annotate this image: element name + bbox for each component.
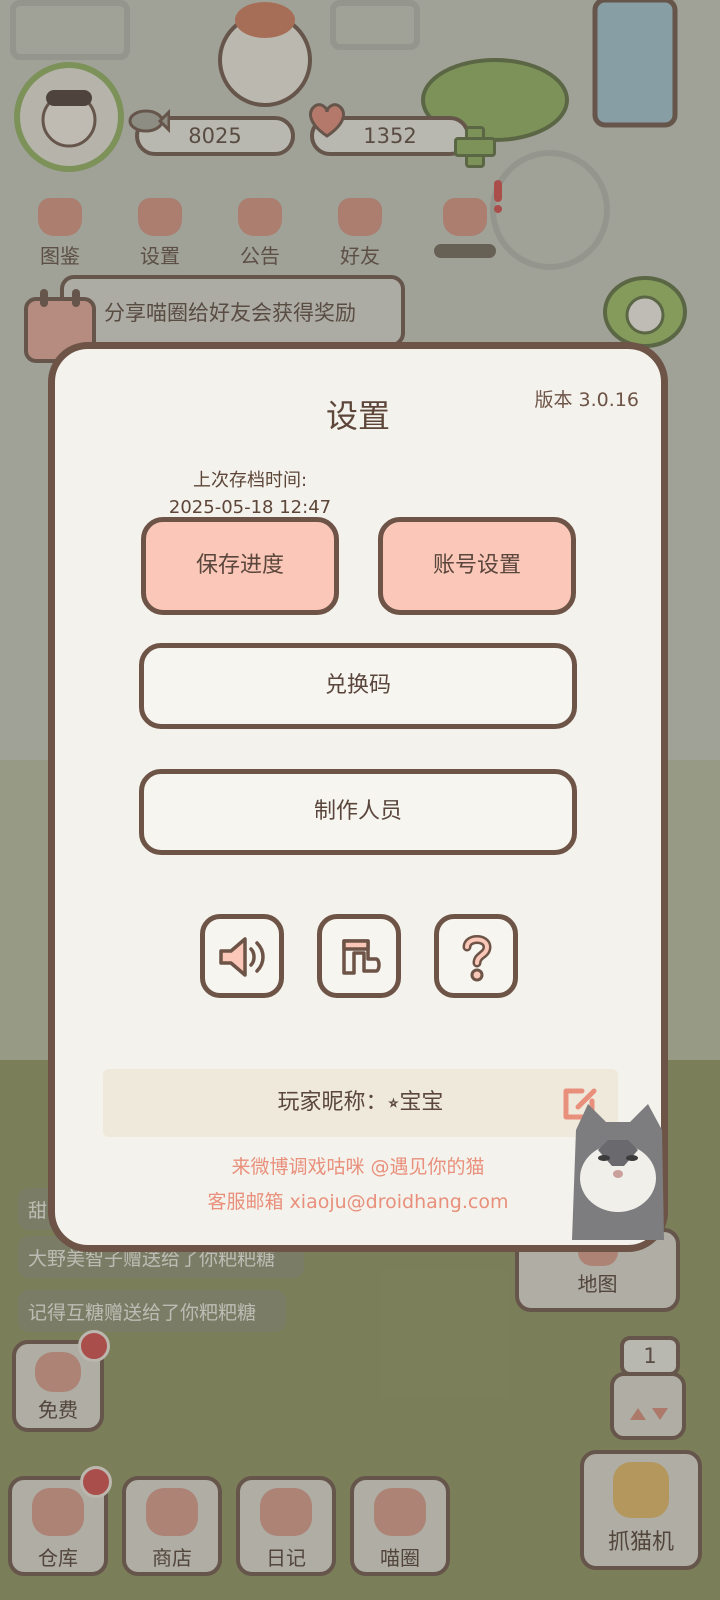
redeem-code-button[interactable]: 兑换码: [139, 643, 577, 729]
player-nickname: 玩家昵称：⭒宝宝: [103, 1069, 618, 1137]
credits-button[interactable]: 制作人员: [139, 769, 577, 855]
cat-photo-sticker: [572, 1104, 664, 1240]
last-save-info: 上次存档时间: 2025-05-18 12:47: [140, 467, 360, 521]
version-label: 版本 3.0.16: [534, 389, 639, 411]
music-toggle-button[interactable]: [317, 914, 401, 998]
music-note-icon: [342, 939, 381, 975]
question-mark-icon: [462, 935, 492, 982]
sound-toggle-button[interactable]: [200, 914, 284, 998]
help-button[interactable]: [434, 914, 518, 998]
speaker-icon: [219, 937, 265, 977]
save-progress-button[interactable]: 保存进度: [141, 517, 339, 615]
account-settings-button[interactable]: 账号设置: [378, 517, 576, 615]
nickname-text: 玩家昵称：⭒宝宝: [277, 1090, 444, 1115]
last-save-label: 上次存档时间:: [192, 470, 308, 491]
